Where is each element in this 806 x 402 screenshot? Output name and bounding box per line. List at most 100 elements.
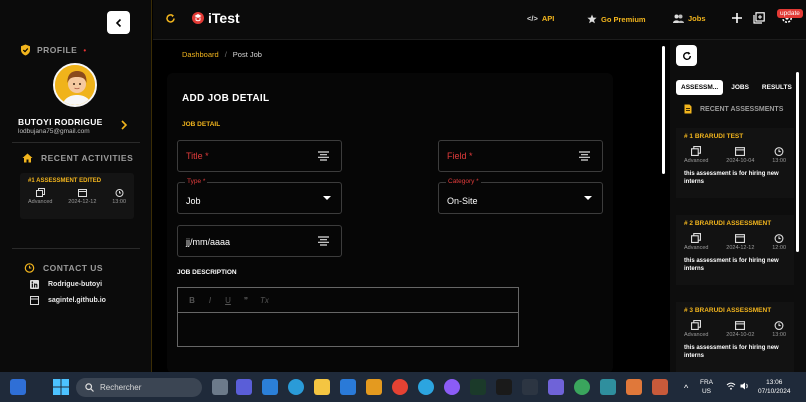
category-label: Category * (446, 178, 481, 185)
text-align-icon (579, 151, 590, 161)
editor-icon[interactable] (600, 379, 616, 395)
github-icon[interactable] (444, 379, 460, 395)
assessment-time: 13:00 (772, 146, 786, 164)
copy-icon (691, 320, 702, 330)
panel-tabs: ASSESSM... JOBS RESULTS (676, 80, 797, 95)
telegram-icon[interactable] (418, 379, 434, 395)
description-editor[interactable]: B I U ❞ Tx (177, 287, 519, 347)
assessment-date: 2024-10-04 (726, 146, 754, 164)
date-field[interactable]: jj/mm/aaaa (177, 225, 342, 257)
activity-card[interactable]: #1 ASSESSMENT EDITED Advanced 2024-12-12… (20, 173, 134, 219)
right-panel: ASSESSM... JOBS RESULTS RECENT ASSESSMEN… (670, 40, 806, 372)
assessment-date: 2024-12-12 (726, 233, 754, 251)
go-premium-button[interactable]: Go Premium (587, 14, 646, 24)
assessment-title: # 3 BRARUDI ASSESSMENT (684, 307, 772, 314)
file-explorer-icon[interactable] (314, 379, 330, 395)
quote-button[interactable]: ❞ (242, 296, 250, 305)
task-view-icon[interactable] (212, 379, 228, 395)
type-select[interactable]: Type * Job (177, 178, 342, 214)
bold-button[interactable]: B (188, 296, 196, 305)
assessment-card[interactable]: # 2 BRARUDI ASSESSMENT Advanced 2024-12-… (676, 215, 794, 285)
recent-assessments-title: RECENT ASSESSMENTS (700, 105, 784, 113)
clear-format-button[interactable]: Tx (260, 296, 269, 305)
shield-check-icon (21, 44, 30, 56)
sublime-icon[interactable] (366, 379, 382, 395)
category-value: On-Site (447, 196, 478, 206)
screenshot-icon[interactable] (652, 379, 668, 395)
assessment-date: 2024-10-02 (726, 320, 754, 338)
tab-results[interactable]: RESULTS (757, 80, 797, 95)
search-placeholder: Rechercher (100, 383, 142, 392)
breadcrumb-dashboard-link[interactable]: Dashboard (182, 50, 219, 59)
chrome-icon[interactable] (392, 379, 408, 395)
notes-icon[interactable] (548, 379, 564, 395)
recent-assessments-header: RECENT ASSESSMENTS (684, 104, 783, 114)
italic-button[interactable]: I (206, 296, 214, 305)
avatar[interactable] (53, 63, 97, 107)
refresh-icon[interactable] (165, 13, 176, 27)
field-field[interactable]: Field * (438, 140, 603, 172)
add-icon[interactable] (731, 12, 743, 27)
teams-icon[interactable] (236, 379, 252, 395)
title-field[interactable]: Title * (177, 140, 342, 172)
alarm-clock-icon (115, 189, 124, 197)
terminal-icon[interactable] (522, 379, 538, 395)
panel-scrollbar[interactable] (796, 72, 799, 252)
assessment-card[interactable]: # 1 BRARUDI TEST Advanced 2024-10-04 13:… (676, 128, 794, 198)
wifi-icon[interactable] (726, 382, 736, 394)
language-indicator[interactable]: FRA US (700, 379, 713, 397)
vscode-icon[interactable] (340, 379, 356, 395)
underline-button[interactable]: U (224, 296, 232, 305)
game-icon[interactable] (470, 379, 486, 395)
refresh-icon (682, 51, 691, 60)
alarm-icon (24, 263, 35, 273)
dropdown-arrow-icon (584, 196, 592, 200)
edge-icon[interactable] (288, 379, 304, 395)
document-icon (684, 104, 692, 114)
tab-assessments[interactable]: ASSESSM... (676, 80, 724, 95)
collapse-sidebar-button[interactable] (107, 11, 130, 34)
app-icon[interactable] (496, 379, 512, 395)
taskbar-search[interactable]: Rechercher (76, 378, 202, 397)
users-icon (673, 14, 684, 23)
chevron-right-icon[interactable] (120, 120, 128, 133)
assessment-card[interactable]: # 3 BRARUDI ASSESSMENT Advanced 2024-10-… (676, 302, 794, 372)
xampp-icon[interactable] (626, 379, 642, 395)
library-icon[interactable] (753, 12, 765, 27)
chevron-left-icon (115, 18, 121, 27)
chevron-up-icon[interactable]: ^ (684, 382, 688, 394)
activity-level: Advanced (28, 188, 52, 205)
editor-toolbar: B I U ❞ Tx (178, 288, 518, 313)
jobs-button[interactable]: Jobs (673, 14, 706, 23)
assessment-description: this assessment is for hiring new intern… (684, 345, 779, 360)
top-bar: iTest </> API Go Premium Jobs update (153, 0, 806, 40)
refresh-button[interactable] (676, 45, 697, 66)
api-button[interactable]: </> API (527, 14, 554, 23)
calendar-icon (77, 189, 87, 197)
assessment-level: Advanced (684, 146, 708, 164)
tab-jobs[interactable]: JOBS (726, 80, 754, 95)
app-logo[interactable]: iTest (191, 10, 240, 26)
assessment-level: Advanced (684, 233, 708, 251)
widgets-icon[interactable] (10, 379, 26, 395)
browser-icon[interactable] (574, 379, 590, 395)
clock[interactable]: 13:06 07/10/2024 (758, 379, 791, 397)
contact-website[interactable]: sagintel.github.io (30, 296, 106, 305)
logo-text: iTest (208, 10, 240, 26)
windows-taskbar: Rechercher ^ FRA US 13:06 07/10/2024 (0, 372, 806, 402)
main-scrollbar[interactable] (662, 46, 665, 174)
alarm-clock-icon (774, 321, 784, 330)
copy-icon (691, 233, 702, 243)
contact-title: CONTACT US (43, 262, 104, 273)
category-select[interactable]: Category * On-Site (438, 178, 603, 214)
contact-linkedin[interactable]: Rodrigue-butoyi (30, 280, 102, 289)
calendar-icon (735, 147, 746, 156)
recent-activities-title: RECENT ACTIVITIES (41, 153, 134, 163)
update-badge[interactable]: update (777, 9, 803, 18)
volume-icon[interactable] (740, 382, 750, 394)
store-icon[interactable] (262, 379, 278, 395)
start-icon[interactable] (53, 379, 69, 395)
divider (12, 248, 140, 249)
copy-icon (35, 188, 45, 197)
profile-header: PROFILE • (20, 44, 86, 56)
